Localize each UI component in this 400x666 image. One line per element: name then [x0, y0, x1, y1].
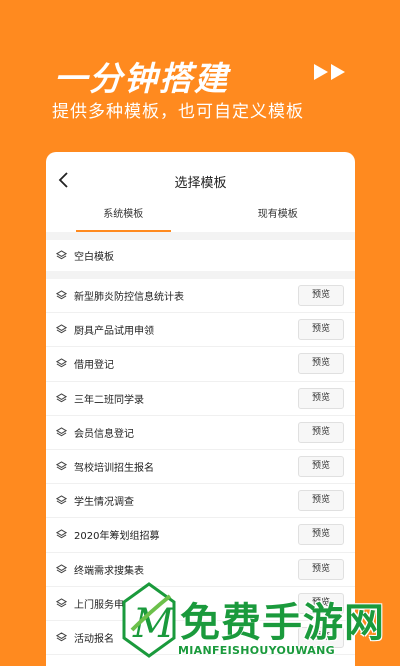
tab-bar: 系统模板 现有模板	[46, 208, 355, 232]
layers-icon	[56, 598, 67, 608]
preview-button[interactable]: 预览	[298, 490, 344, 512]
tab-label: 现有模板	[257, 209, 298, 220]
promo-subtitle: 提供多种模板，也可自定义模板	[52, 102, 304, 122]
template-name: 终端需求搜集表	[74, 565, 144, 577]
template-row[interactable]: 2020年筹划组招募 预览	[46, 518, 355, 553]
template-row[interactable]: 会员信息登记 预览	[46, 416, 355, 450]
template-row[interactable]: 学生情况调查 预览	[46, 484, 355, 519]
template-row[interactable]: 借用登记 预览	[46, 347, 355, 382]
tab-system-templates[interactable]: 系统模板	[46, 208, 201, 232]
template-row[interactable]: 厨具产品试用申领 预览	[46, 313, 355, 348]
preview-button[interactable]: 预览	[298, 387, 344, 409]
preview-button[interactable]: 预览	[298, 285, 344, 307]
template-name: 学生情况调查	[74, 497, 134, 509]
section-divider	[46, 271, 355, 279]
section-divider	[46, 232, 355, 240]
template-name: 三年二班同学录	[74, 394, 144, 406]
layers-icon	[56, 358, 67, 368]
template-name: 驾校培训招生报名	[74, 463, 154, 475]
layers-icon	[56, 632, 67, 642]
template-name: 借用登记	[74, 360, 114, 372]
promo-title: 一分钟搭建	[54, 59, 229, 98]
preview-button[interactable]: 预览	[298, 319, 344, 341]
preview-button[interactable]: 预览	[298, 353, 344, 375]
watermark-logo-icon: M	[122, 582, 176, 658]
active-tab-indicator	[76, 230, 171, 232]
template-name: 新型肺炎防控信息统计表	[74, 292, 184, 304]
layers-icon	[56, 290, 67, 300]
template-row[interactable]: 三年二班同学录 预览	[46, 382, 355, 416]
page-title: 选择模板	[174, 176, 227, 191]
preview-button[interactable]: 预览	[298, 558, 344, 580]
fast-forward-icon	[314, 64, 345, 80]
blank-template-item[interactable]: 空白模板	[46, 240, 355, 271]
template-name: 2020年筹划组招募	[74, 531, 160, 543]
preview-button[interactable]: 预览	[298, 456, 344, 478]
template-name: 会员信息登记	[74, 428, 134, 440]
watermark-subtext: MIANFEISHOUYOUWANG	[178, 644, 335, 657]
nav-bar: 选择模板	[46, 152, 355, 208]
layers-icon	[56, 324, 67, 334]
layers-icon	[56, 495, 67, 505]
watermark-text: 免费手游网	[180, 600, 385, 646]
layers-icon	[56, 529, 67, 539]
layers-icon	[56, 392, 67, 402]
template-row[interactable]: 驾校培训招生报名 预览	[46, 450, 355, 485]
template-name: 厨具产品试用申领	[74, 326, 154, 338]
layers-icon	[56, 461, 67, 471]
layers-icon	[56, 563, 67, 573]
tab-label: 系统模板	[103, 209, 144, 220]
template-row[interactable]: 新型肺炎防控信息统计表 预览	[46, 279, 355, 314]
layers-icon	[56, 427, 67, 437]
blank-template-label: 空白模板	[74, 252, 114, 263]
watermark: M 免费手游网 MIANFEISHOUYOUWANG	[120, 582, 400, 666]
tab-existing-templates[interactable]: 现有模板	[201, 208, 356, 232]
preview-button[interactable]: 预览	[298, 524, 344, 546]
layers-icon	[56, 250, 67, 260]
preview-button[interactable]: 预览	[298, 421, 344, 443]
